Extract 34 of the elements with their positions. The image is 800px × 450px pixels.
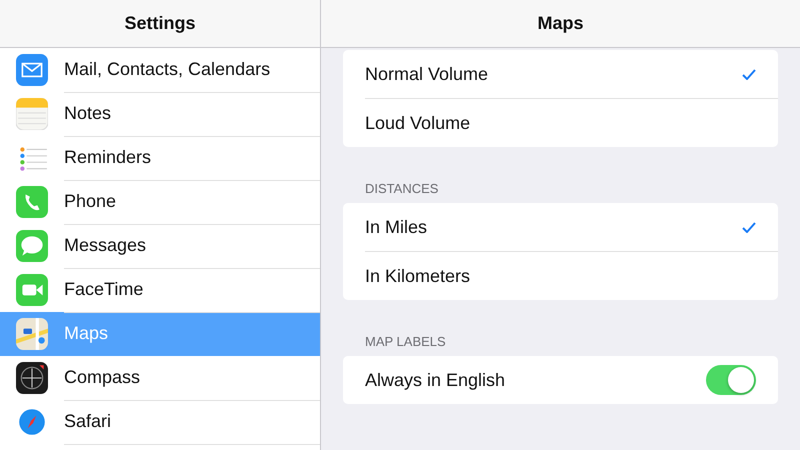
- toggle-switch[interactable]: [706, 365, 756, 395]
- option-label[interactable]: In Miles: [365, 216, 742, 238]
- sidebar-item-label: Messages: [64, 235, 146, 256]
- option-label[interactable]: Normal Volume: [365, 64, 742, 84]
- sidebar-item-label: Maps: [64, 323, 108, 344]
- sidebar-item[interactable]: Reminders: [0, 136, 320, 180]
- sidebar-item[interactable]: Safari: [0, 400, 320, 444]
- notepad-icon: [16, 98, 48, 130]
- sidebar-item[interactable]: Messages: [0, 224, 320, 268]
- option-label: Always in English: [365, 370, 506, 390]
- speech-bubble-icon: [16, 230, 48, 262]
- sidebar-item-label: Phone: [64, 191, 116, 212]
- section-header: MAP LABELS: [364, 333, 447, 351]
- sidebar-item-label: FaceTime: [64, 279, 144, 300]
- video-camera-icon: [16, 274, 48, 306]
- sidebar-item-label: Mail, Contacts, Calendars: [64, 59, 270, 80]
- sidebar-item[interactable]: Mail, Contacts, Calendars: [0, 48, 320, 92]
- sidebar-item[interactable]: Compass: [0, 356, 320, 400]
- option-label[interactable]: Loud Volume: [365, 112, 756, 134]
- phone-icon: [16, 186, 48, 218]
- section-header: DISTANCES: [364, 180, 440, 198]
- option-label[interactable]: In Kilometers: [365, 266, 756, 286]
- envelope-icon: [16, 54, 48, 86]
- sidebar-item-label: Reminders: [64, 147, 152, 168]
- compass-icon: [16, 362, 48, 394]
- sidebar-title: Settings: [124, 13, 196, 34]
- compass-needle-icon: [16, 406, 48, 438]
- sidebar-item[interactable]: Notes: [0, 92, 320, 136]
- map-icon: [16, 318, 48, 350]
- detail-title: Maps: [537, 13, 584, 34]
- sidebar-item[interactable]: Phone: [0, 180, 320, 224]
- sidebar-item-label: Safari: [64, 411, 112, 432]
- sidebar-item-label: Compass: [64, 367, 140, 388]
- sidebar-item-label: Notes: [64, 103, 112, 124]
